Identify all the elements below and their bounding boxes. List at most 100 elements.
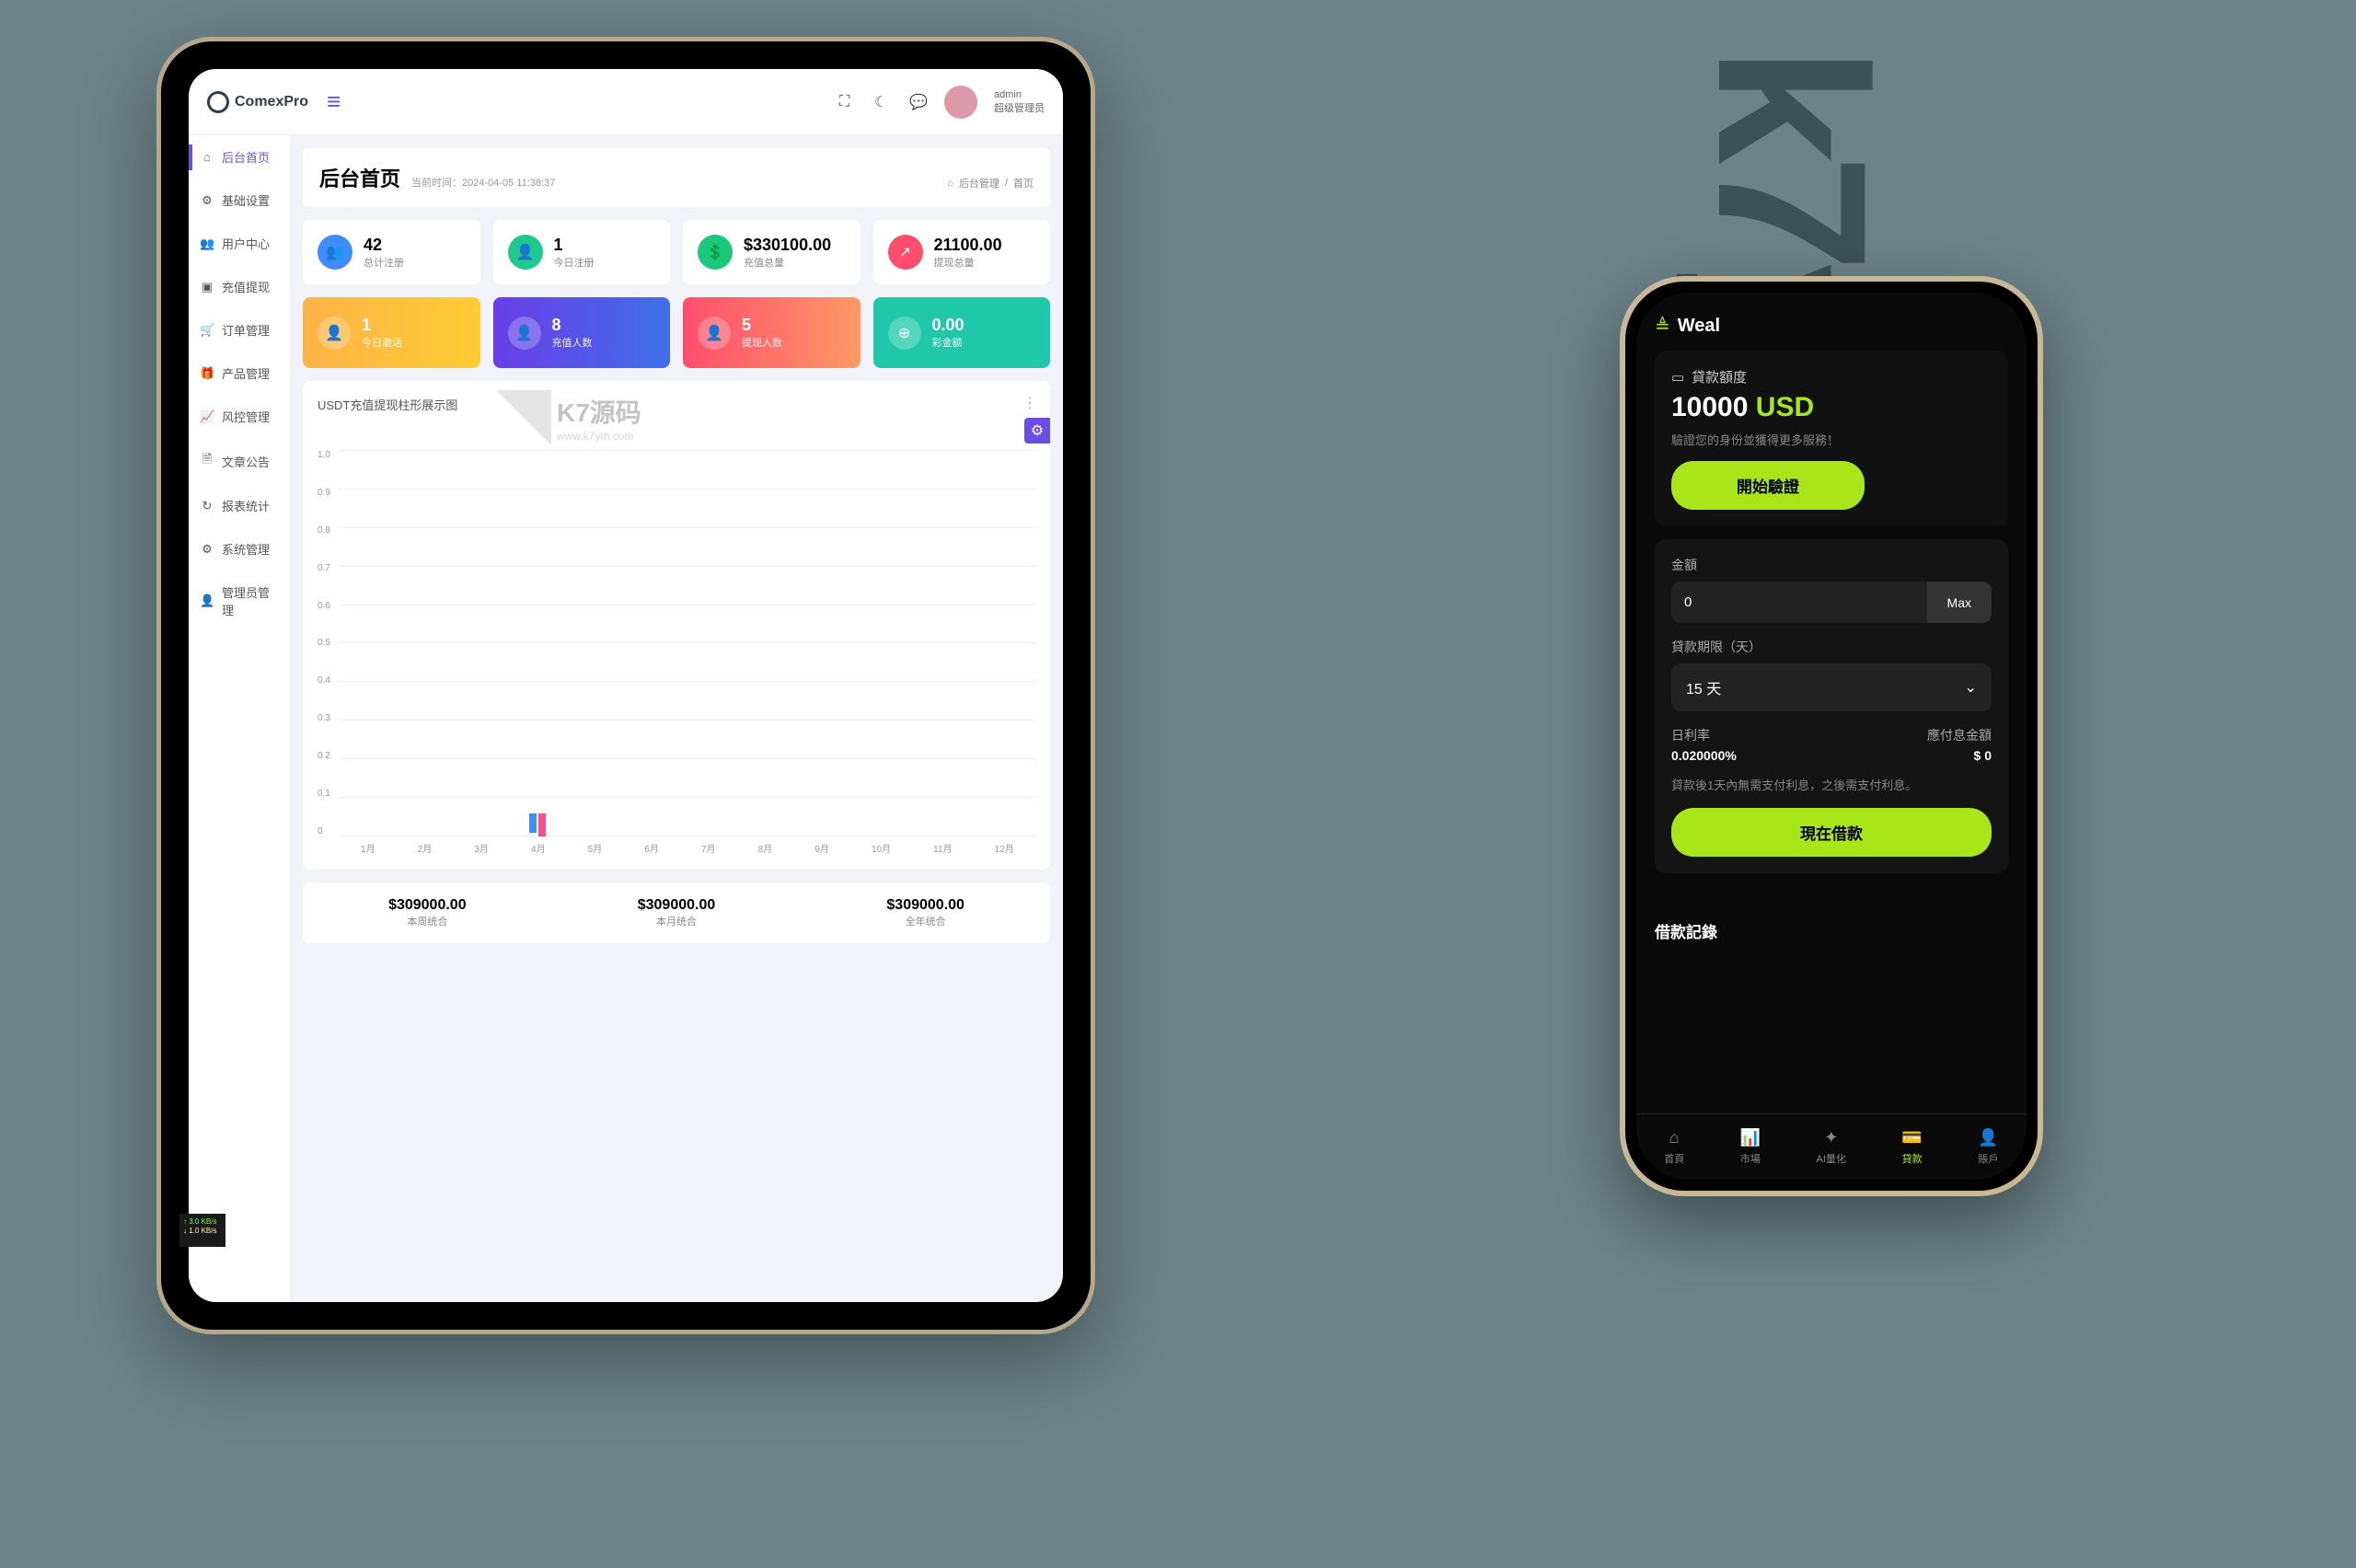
sidebar-item[interactable]: ⚙系统管理 [189,527,290,571]
stat-label: 本周统合 [318,914,537,928]
sidebar-label: 产品管理 [222,364,270,382]
card-value: 5 [742,316,782,335]
sidebar-icon: ⌂ [200,150,214,164]
y-tick: 0 [318,826,330,836]
rate-label: 日利率 [1671,726,1710,744]
sidebar-item[interactable]: ↻报表统计 [189,484,290,527]
tab-label: 貸款 [1902,1151,1923,1166]
sidebar-item[interactable]: ⌂ 后台首页 [189,135,290,179]
sidebar-item[interactable]: 📈风控管理 [189,395,290,438]
card-label: 今日激活 [362,335,402,350]
sidebar-icon: 👤 [200,594,214,608]
menu-toggle-icon[interactable]: ≡ [327,87,341,116]
stat-cards-row2: 👤1今日激活👤8充值人数👤5提现人数⊕0.00彩金额 [290,297,1063,381]
breadcrumb: ⌂ 后台管理/ 首页 [947,176,1034,190]
tab-icon: 📊 [1740,1128,1761,1147]
borrow-button[interactable]: 現在借款 [1671,808,1992,857]
x-tick: 6月 [644,841,659,855]
home-icon[interactable]: ⌂ [947,178,953,189]
header-right: ⛶ ☾ 💬 admin 超级管理员 [839,86,1045,119]
sidebar-item[interactable]: 🗎文章公告 [189,438,290,484]
sidebar-icon: ▣ [200,280,214,294]
summary-stat: $309000.00全年统合 [801,882,1050,943]
logo-text: ComexPro [235,94,308,110]
card-value: 1 [554,236,595,255]
verify-button[interactable]: 開始驗證 [1671,461,1865,510]
fullscreen-icon[interactable]: ⛶ [839,94,858,110]
tab[interactable]: 👤賬戶 [1978,1128,1998,1166]
sidebar-item[interactable]: 👤 管理员管理 [189,571,290,631]
tab-icon: 💳 [1901,1128,1922,1147]
gradient-card: 👤1今日激活 [303,297,480,368]
card-value: 42 [364,236,404,255]
tablet-screen: ComexPro ≡ ⛶ ☾ 💬 admin 超级管理员 ⌂后台首页⚙基础设置👥… [189,69,1063,1302]
tab-label: 首頁 [1664,1151,1684,1166]
sidebar-label: 后台首页 [222,148,270,166]
y-tick: 0.1 [318,789,330,799]
amount-input[interactable] [1671,582,1927,623]
chart-more-icon[interactable]: ⋮ [1022,394,1037,412]
chevron-down-icon: ⌄ [1965,678,1977,697]
y-tick: 0.3 [318,713,330,723]
sidebar-icon: ⚙ [200,542,214,557]
card-icon: 👤 [698,317,731,350]
dark-mode-icon[interactable]: ☾ [874,93,893,111]
page-title: 后台首页 [319,163,400,192]
sidebar-item[interactable]: ⚙基础设置 [189,179,290,222]
sidebar-item[interactable]: 🛒订单管理 [189,308,290,352]
sidebar-icon: 🗎 [200,451,214,471]
x-tick: 1月 [361,841,375,855]
y-tick: 0.4 [318,675,330,686]
chart-box: USDT充值提现柱形展示图 ⋮ ⚙ K7源码 www.k7ym.com 00.1… [303,381,1050,870]
gradient-card: ⊕0.00彩金额 [873,297,1051,368]
y-axis: 00.10.20.30.40.50.60.70.80.91.0 [318,450,330,836]
stat-label: 全年统合 [815,914,1035,928]
verify-note: 驗證您的身份並獲得更多服務！ [1671,431,1992,448]
x-axis: 1月2月3月4月5月6月7月8月9月10月11月12月 [340,841,1035,855]
chart-title: USDT充值提现柱形展示图 [318,396,1035,413]
amount-label: 金額 [1671,556,1992,574]
avatar[interactable] [944,86,977,119]
phone-brand: Weal [1678,316,1720,337]
x-tick: 5月 [588,841,603,855]
chart-settings-icon[interactable]: ⚙ [1024,418,1050,444]
stat-card: ↗21100.00提现总量 [873,220,1051,284]
download-speed: ↓ 1.0 KB/s [189,1227,222,1236]
card-icon: 👥 [318,235,352,270]
bar [529,813,537,833]
tab[interactable]: 📊市場 [1740,1128,1761,1166]
x-tick: 3月 [474,841,489,855]
sidebar-item[interactable]: 🎁产品管理 [189,352,290,395]
watermark-site: www.k7ym.com [557,430,641,443]
stat-label: 本月统合 [567,914,787,928]
breadcrumb-mid[interactable]: 后台管理 [959,176,999,190]
bars [529,813,546,836]
sidebar-label: 管理员管理 [222,583,279,618]
y-tick: 0.6 [318,601,330,611]
sidebar-item[interactable]: 👥用户中心 [189,222,290,265]
y-tick: 0.7 [318,563,330,573]
tab[interactable]: ⌂ 首頁 [1664,1128,1684,1166]
max-button[interactable]: Max [1927,582,1992,623]
x-tick: 11月 [933,841,952,855]
y-tick: 0.5 [318,638,330,648]
card-icon: 💲 [698,235,733,270]
logo[interactable]: ComexPro [207,91,308,113]
phone-header: ≜ Weal [1636,293,2027,351]
sidebar-label: 订单管理 [222,321,270,339]
main: 后台首页 当前时间：2024-04-05 11:38:37 ⌂ 后台管理/ 首页… [290,135,1063,1302]
sidebar-item[interactable]: ▣充值提现 [189,265,290,308]
term-select[interactable]: 15 天 ⌄ [1671,663,1992,711]
tab-icon: ✦ [1824,1128,1838,1147]
tab[interactable]: 💳 貸款 [1901,1128,1922,1166]
chat-icon[interactable]: 💬 [909,93,928,111]
tab-icon: ⌂ [1669,1128,1680,1147]
card-value: 8 [552,316,593,335]
card-icon: 👤 [318,317,351,350]
tab[interactable]: ✦AI量化 [1817,1128,1846,1166]
interest-label: 應付息金額 [1927,726,1992,744]
summary-stat: $309000.00本周统合 [303,882,552,943]
stat-value: $309000.00 [567,897,787,914]
sidebar: ⌂ 后台首页 ⚙基础设置👥用户中心▣充值提现🛒订单管理🎁产品管理📈风控管理🗎文章公告… [189,135,290,1302]
user-meta: admin 超级管理员 [994,89,1045,115]
